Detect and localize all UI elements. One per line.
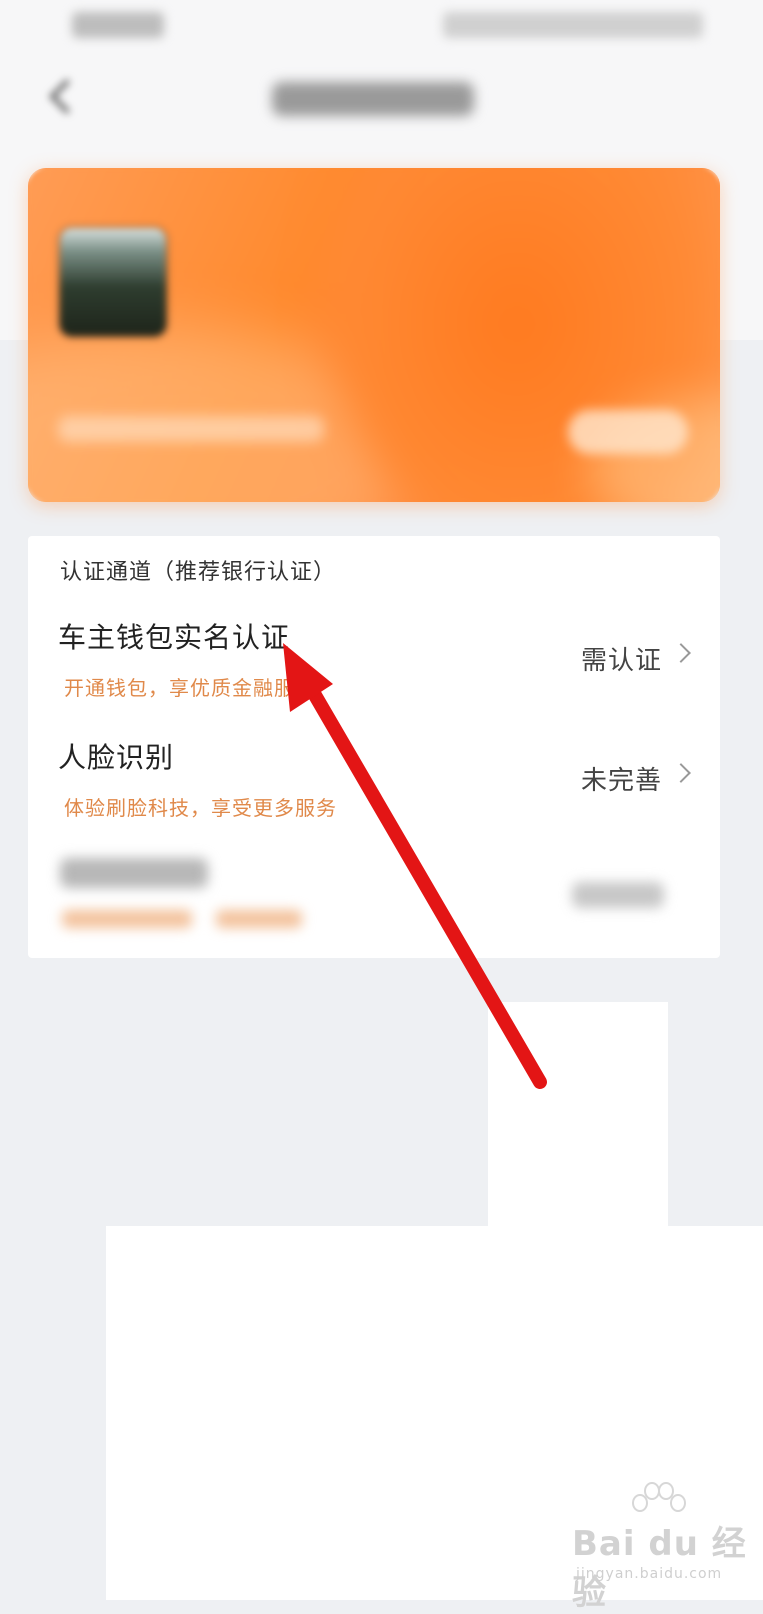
watermark: Bai du 经验 jingyan.baidu.com [572,1480,752,1613]
navigation-bar [0,56,763,146]
list-item-face-recognition[interactable]: 人脸识别 体验刷脸科技，享受更多服务 未完善 [28,736,720,854]
card-action-button-blurred[interactable] [568,410,688,454]
profile-card [28,168,720,502]
card-decoration [328,168,720,502]
redaction-block [488,1002,668,1228]
card-decoration [588,398,720,502]
watermark-brand: Bai du 经验 [572,1524,747,1613]
page-title-blurred [272,82,474,116]
verification-panel: 认证通道（推荐银行认证） 车主钱包实名认证 开通钱包，享优质金融服务 需认证 人… [28,536,720,958]
section-title: 认证通道（推荐银行认证） [60,560,337,585]
chevron-left-icon [48,78,85,115]
list-item-wallet-verification[interactable]: 车主钱包实名认证 开通钱包，享优质金融服务 需认证 [28,616,720,734]
avatar[interactable] [60,228,166,336]
list-item-title: 车主钱包实名认证 [58,621,291,654]
list-item-title: 人脸识别 [58,741,175,774]
list-item-description: 开通钱包，享优质金融服务 [64,676,316,700]
chevron-right-icon [671,643,691,663]
back-button[interactable] [40,74,86,120]
watermark-url: jingyan.baidu.com [576,1566,723,1582]
blurred-title [60,858,208,888]
status-time-blurred [72,12,164,38]
status-label: 未完善 [580,766,662,796]
blurred-description [62,910,192,928]
status-label: 需认证 [580,646,662,676]
chevron-right-icon [671,763,691,783]
card-decoration [28,328,428,502]
status-icons-blurred [443,12,703,38]
paw-icon [630,1480,686,1520]
list-item-description: 体验刷脸科技，享受更多服务 [64,796,337,820]
list-item-blurred[interactable] [28,852,720,942]
blurred-description [216,910,302,928]
card-info-blurred [58,416,324,442]
blurred-status [572,882,664,908]
status-bar [0,0,763,56]
